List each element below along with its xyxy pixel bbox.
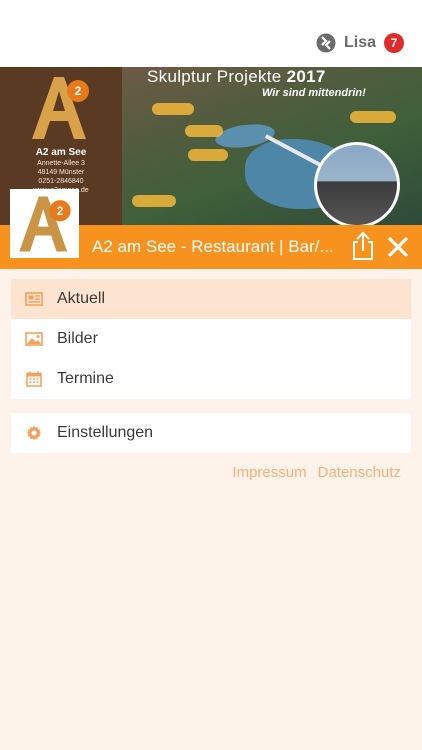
gear-icon (25, 424, 43, 442)
venue-photo (314, 142, 400, 225)
notification-badge[interactable]: 7 (384, 33, 404, 53)
footer-links: Impressum Datenschutz (221, 464, 401, 481)
venue-logo: 2 (10, 189, 79, 258)
menu-item-aktuell[interactable]: Aktuell (11, 279, 411, 319)
banner-headline-text: Skulptur Projekte (147, 67, 287, 86)
map-tag (350, 111, 396, 123)
map-tag (132, 195, 176, 207)
map-tag (185, 125, 223, 137)
banner-phone: 0251-2846840 (38, 178, 84, 185)
banner-headline-year: 2017 (286, 67, 326, 86)
menu-item-einstellungen[interactable]: Einstellungen (11, 413, 411, 453)
user-menu[interactable]: Lisa 7 (316, 33, 404, 53)
settings-menu: Einstellungen (11, 413, 411, 453)
banner-address-line1: Annette-Allee 3 (37, 160, 85, 167)
map-tag (188, 149, 228, 161)
banner-brand-name: A2 am See (35, 147, 87, 158)
user-avatar-icon (316, 33, 336, 53)
datenschutz-link[interactable]: Datenschutz (318, 464, 401, 481)
map-tag (152, 103, 194, 115)
image-icon (25, 330, 43, 348)
impressum-link[interactable]: Impressum (232, 464, 306, 481)
a2-logo: 2 (32, 77, 89, 139)
banner-headline: Skulptur Projekte 2017 (147, 67, 326, 87)
banner-subline: Wir sind mittendrin! (262, 87, 366, 99)
calendar-icon (25, 370, 43, 388)
banner-address-line2: 48149 Münster (37, 169, 85, 176)
menu-item-label: Aktuell (57, 290, 106, 307)
page-title: A2 am See - Restaurant | Bar/... (92, 237, 334, 256)
menu-item-label: Termine (57, 370, 114, 387)
menu-item-label: Einstellungen (57, 424, 154, 441)
svg-text:2: 2 (75, 84, 82, 98)
banner-address: A2 am See Annette-Allee 3 48149 Münster … (0, 147, 122, 195)
top-bar: Lisa 7 (0, 0, 422, 67)
close-icon[interactable] (386, 235, 410, 259)
newspaper-icon (25, 290, 43, 308)
main-menu: Aktuell Bilder Termine (11, 279, 411, 399)
a2-logo-icon: 2 (18, 196, 71, 251)
menu-item-label: Bilder (57, 330, 98, 347)
menu-item-bilder[interactable]: Bilder (11, 319, 411, 359)
svg-text:2: 2 (56, 206, 62, 218)
user-name[interactable]: Lisa (344, 34, 376, 52)
menu-item-termine[interactable]: Termine (11, 359, 411, 399)
share-icon[interactable] (350, 231, 376, 261)
